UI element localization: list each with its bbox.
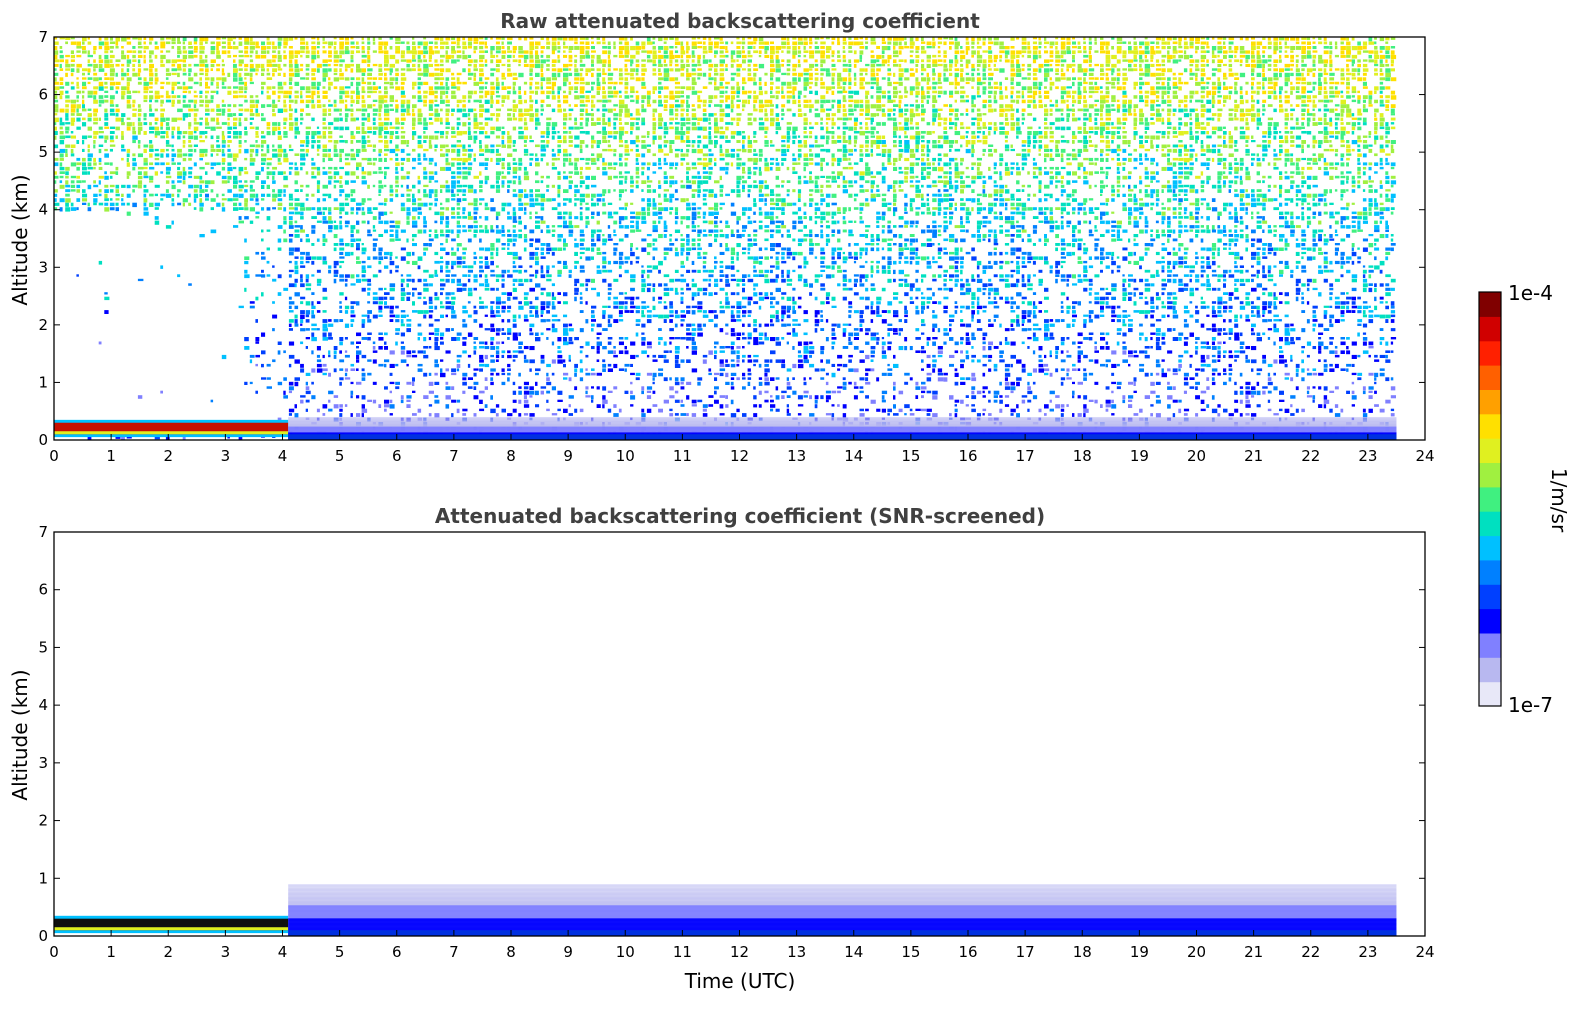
x-tick-label: 8	[506, 447, 516, 465]
x-tick-label: 14	[844, 447, 863, 465]
y-tick-label: 1	[38, 869, 48, 887]
colorbar-swatch	[1479, 535, 1501, 561]
y-tick-label: 7	[38, 523, 48, 541]
y-tick-label: 6	[38, 86, 48, 104]
y-tick-label: 5	[38, 638, 48, 656]
x-tick-label: 17	[1016, 447, 1035, 465]
colorbar-swatch	[1479, 511, 1501, 537]
x-tick-label: 13	[787, 943, 806, 961]
x-tick-label: 6	[392, 943, 402, 961]
x-tick-label: 23	[1358, 447, 1377, 465]
x-tick-label: 24	[1415, 447, 1434, 465]
x-tick-label: 16	[958, 943, 977, 961]
colorbar-swatch	[1479, 438, 1501, 463]
colorbar-swatch	[1479, 389, 1501, 415]
panel1-ylabel: Altitude (km)	[8, 174, 32, 305]
y-tick-label: 0	[38, 431, 48, 449]
x-tick-label: 7	[449, 447, 459, 465]
y-tick-label: 3	[38, 258, 48, 276]
y-tick-label: 0	[38, 927, 48, 945]
colorbar-swatch	[1479, 657, 1501, 683]
panel2-ylabel: Altitude (km)	[8, 669, 32, 800]
x-tick-label: 22	[1301, 943, 1320, 961]
colorbar-swatch	[1479, 316, 1501, 342]
heatmap-cells	[54, 884, 1397, 936]
y-tick-label: 5	[38, 143, 48, 161]
x-tick-label: 22	[1301, 447, 1320, 465]
y-tick-label: 7	[38, 28, 48, 46]
x-tick-label: 3	[221, 943, 231, 961]
panel2-plot: 0 1 2 3 4 5 6 7 8 9 10 11 12 13 14 15 16 17 18 19 20 21 22 23 24…	[38, 523, 1434, 961]
x-tick-label: 13	[787, 447, 806, 465]
colorbar-swatch	[1479, 462, 1501, 488]
x-tick-label: 15	[901, 447, 920, 465]
colorbar-swatch	[1479, 365, 1501, 390]
colorbar-min-label: 1e-7	[1508, 693, 1553, 717]
x-tick-label: 1	[106, 943, 116, 961]
colorbar-swatch	[1479, 559, 1501, 585]
x-tick-label: 8	[506, 943, 516, 961]
x-tick-label: 9	[563, 447, 573, 465]
x-tick-label: 5	[335, 943, 345, 961]
heatmap-cells	[54, 37, 1397, 440]
y-tick-label: 1	[38, 373, 48, 391]
panel2-xlabel: Time (UTC)	[684, 969, 796, 993]
x-tick-label: 2	[163, 943, 173, 961]
y-tick-label: 4	[38, 201, 48, 219]
colorbar	[1478, 291, 1502, 707]
x-tick-label: 23	[1358, 943, 1377, 961]
x-tick-label: 19	[1130, 447, 1149, 465]
x-tick-label: 14	[844, 943, 863, 961]
x-tick-label: 24	[1415, 943, 1434, 961]
x-tick-label: 20	[1187, 447, 1206, 465]
y-tick-label: 6	[38, 581, 48, 599]
colorbar-swatch	[1479, 292, 1501, 317]
colorbar-swatch	[1479, 413, 1501, 439]
x-tick-label: 21	[1244, 943, 1263, 961]
x-tick-label: 6	[392, 447, 402, 465]
x-tick-label: 3	[221, 447, 231, 465]
y-tick-label: 2	[38, 812, 48, 830]
x-tick-label: 18	[1073, 447, 1092, 465]
x-tick-label: 10	[616, 943, 635, 961]
x-tick-label: 11	[673, 447, 692, 465]
panel2-title: Attenuated backscattering coefficient (S…	[435, 504, 1045, 528]
x-tick-label: 15	[901, 943, 920, 961]
panel1-plot: 0 1 2 3 4 5 6 7 8 9 10 11 12 13 14 15 16 17 18 19 20 21 22 23 24…	[38, 28, 1434, 465]
colorbar-swatch	[1479, 681, 1501, 707]
y-tick-label: 3	[38, 754, 48, 772]
x-tick-label: 1	[106, 447, 116, 465]
colorbar-swatch	[1479, 486, 1501, 512]
x-tick-label: 18	[1073, 943, 1092, 961]
colorbar-max-label: 1e-4	[1508, 281, 1553, 305]
colorbar-swatch	[1479, 632, 1501, 658]
plot-frame	[53, 531, 1426, 937]
x-tick-label: 7	[449, 943, 459, 961]
x-tick-label: 12	[730, 447, 749, 465]
x-tick-label: 9	[563, 943, 573, 961]
x-tick-label: 21	[1244, 447, 1263, 465]
x-tick-label: 20	[1187, 943, 1206, 961]
panel1-title: Raw attenuated backscattering coefficien…	[500, 9, 980, 33]
colorbar-unit-label: 1/m/sr	[1547, 468, 1571, 533]
x-tick-label: 16	[958, 447, 977, 465]
colorbar-swatch	[1479, 340, 1501, 366]
x-tick-label: 11	[673, 943, 692, 961]
x-tick-label: 19	[1130, 943, 1149, 961]
colorbar-swatch	[1479, 608, 1501, 634]
y-tick-label: 2	[38, 316, 48, 334]
x-tick-label: 4	[278, 447, 288, 465]
x-tick-label: 0	[49, 447, 59, 465]
x-tick-label: 2	[163, 447, 173, 465]
lidar-figure: Raw attenuated backscattering coefficien…	[8, 9, 1571, 993]
colorbar-swatch	[1479, 584, 1501, 610]
x-tick-label: 10	[616, 447, 635, 465]
x-tick-label: 4	[278, 943, 288, 961]
x-tick-label: 17	[1016, 943, 1035, 961]
x-tick-label: 0	[49, 943, 59, 961]
x-tick-label: 12	[730, 943, 749, 961]
y-tick-label: 4	[38, 696, 48, 714]
x-tick-label: 5	[335, 447, 345, 465]
